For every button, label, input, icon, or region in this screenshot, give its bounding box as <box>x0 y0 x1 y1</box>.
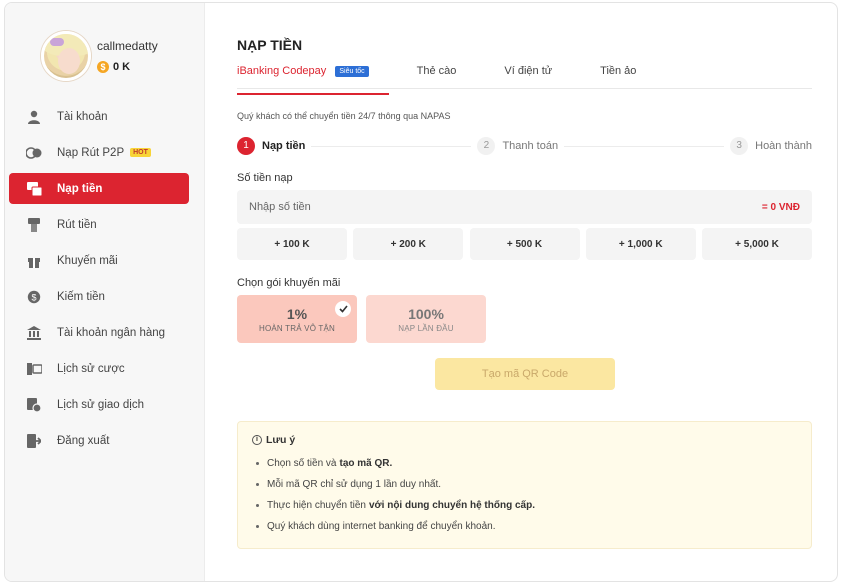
sidebar-item-bet-history[interactable]: Lịch sử cược <box>9 353 189 384</box>
note-text: Chọn số tiền và <box>267 458 337 469</box>
fast-badge: Siêu tốc <box>335 66 369 77</box>
avatar[interactable] <box>41 31 91 81</box>
note-list: Chọn số tiền và tạo mã QR. Mỗi mã QR chỉ … <box>252 458 797 532</box>
note-text: Thực hiện chuyển tiền <box>267 500 366 511</box>
note-text: Quý khách dùng internet banking để chuyể… <box>267 521 496 532</box>
step-3-label: Hoàn thành <box>755 140 813 152</box>
note-title-text: Lưu ý <box>266 434 296 446</box>
sidebar-item-promotion[interactable]: Khuyến mãi <box>9 245 189 276</box>
balance: $ 0 K <box>97 61 158 73</box>
step-3-number: 3 <box>730 137 749 155</box>
sidebar-item-label: Lịch sử cược <box>57 362 125 375</box>
note-bold-text: với nội dung chuyển hệ thống cấp. <box>368 500 535 511</box>
sidebar: callmedatty $ 0 K Tài khoản Nạp Rút P2P … <box>5 3 205 581</box>
promo-value: 100% <box>408 305 444 322</box>
sidebar-item-logout[interactable]: Đăng xuất <box>9 425 189 456</box>
user-profile: callmedatty $ 0 K <box>41 31 158 81</box>
sidebar-item-earn[interactable]: $ Kiếm tiền <box>9 281 189 312</box>
sidebar-item-account[interactable]: Tài khoản <box>9 101 189 132</box>
step-2-number: 2 <box>477 137 496 155</box>
note-text: Mỗi mã QR chỉ sử dụng 1 lần duy nhất. <box>267 479 442 490</box>
coin-icon: $ <box>97 61 109 73</box>
tab-label: Tiền ảo <box>600 65 637 77</box>
promo-title: NẠP LẦN ĐẦU <box>398 323 454 333</box>
sidebar-item-label: Rút tiền <box>57 218 97 231</box>
username: callmedatty <box>97 39 158 53</box>
promo-options: 1% HOÀN TRẢ VÔ TẬN 100% NẠP LẦN ĐẦU <box>237 295 495 343</box>
p2p-icon <box>25 145 43 161</box>
tab-scratch-card[interactable]: Thẻ cào <box>417 65 457 88</box>
sidebar-menu: Tài khoản Nạp Rút P2P HOT Nạp tiền Rút t… <box>9 101 189 461</box>
balance-value: 0 K <box>113 61 131 73</box>
sidebar-item-label: Tài khoản <box>57 110 108 123</box>
step-1-label: Nạp tiền <box>262 140 306 152</box>
tab-label: Thẻ cào <box>416 65 457 77</box>
deposit-method-tabs: iBanking Codepay Siêu tốc Thẻ cào Ví điệ… <box>237 65 812 95</box>
step-1-number: 1 <box>237 137 255 155</box>
transaction-history-icon <box>25 397 43 413</box>
bet-history-icon <box>25 361 43 377</box>
step-connector <box>311 145 472 147</box>
earn-icon: $ <box>25 289 43 305</box>
list-item: Thực hiện chuyển tiền với nội dung chuyển… <box>252 500 797 511</box>
amount-field: = 0 VNĐ <box>237 190 812 224</box>
sidebar-item-label: Lịch sử giao dịch <box>57 398 144 411</box>
hot-badge: HOT <box>130 148 151 157</box>
tab-label: Ví điện tử <box>504 65 553 77</box>
sidebar-item-label: Đăng xuất <box>57 434 110 447</box>
tab-crypto[interactable]: Tiền ảo <box>600 65 636 88</box>
create-qr-code-button[interactable]: Tạo mã QR Code <box>435 358 615 390</box>
note-title: i Lưu ý <box>252 434 797 446</box>
sidebar-item-p2p[interactable]: Nạp Rút P2P HOT <box>9 137 189 168</box>
amount-label: Số tiền nạp <box>237 172 293 184</box>
info-icon: i <box>252 435 262 445</box>
tab-label: iBanking Codepay <box>237 65 327 77</box>
check-icon <box>335 301 351 317</box>
gift-icon <box>25 253 43 269</box>
list-item: Chọn số tiền và tạo mã QR. <box>252 458 797 469</box>
sidebar-item-label: Khuyến mãi <box>57 254 118 267</box>
promo-option-cashback[interactable]: 1% HOÀN TRẢ VÔ TẬN <box>237 295 357 343</box>
note-box: i Lưu ý Chọn số tiền và tạo mã QR. Mỗi mã… <box>237 421 812 549</box>
progress-steps: 1 Nạp tiền 2 Thanh toán 3 Hoàn thành <box>237 136 812 156</box>
napas-notice: Quý khách có thể chuyển tiền 24/7 thông … <box>237 111 451 121</box>
deposit-icon <box>25 181 43 197</box>
sidebar-item-label: Nạp Rút P2P <box>57 146 125 159</box>
note-bold-text: tạo mã QR. <box>339 458 393 469</box>
tab-ibanking-codepay[interactable]: iBanking Codepay Siêu tốc <box>237 65 389 95</box>
sidebar-item-label: Kiếm tiền <box>57 290 105 303</box>
step-2-label: Thanh toán <box>502 140 559 152</box>
quick-amount-100k-button[interactable]: + 100 K <box>237 228 347 260</box>
tab-e-wallet[interactable]: Ví điện tử <box>504 65 552 88</box>
quick-amount-5000k-button[interactable]: + 5,000 K <box>702 228 812 260</box>
app-frame: callmedatty $ 0 K Tài khoản Nạp Rút P2P … <box>4 2 838 582</box>
quick-amount-1000k-button[interactable]: + 1,000 K <box>585 228 696 260</box>
list-item: Mỗi mã QR chỉ sử dụng 1 lần duy nhất. <box>252 479 797 490</box>
amount-input[interactable] <box>249 201 549 213</box>
sidebar-item-label: Tài khoản ngân hàng <box>57 326 166 339</box>
promo-option-first-deposit[interactable]: 100% NẠP LẦN ĐẦU <box>366 295 486 343</box>
sidebar-item-deposit[interactable]: Nạp tiền <box>9 173 189 204</box>
quick-amount-500k-button[interactable]: + 500 K <box>469 228 580 260</box>
withdraw-icon <box>25 217 43 233</box>
page-title: NẠP TIỀN <box>237 37 303 53</box>
quick-amount-buttons: + 100 K + 200 K + 500 K + 1,000 K + 5,00… <box>237 228 812 260</box>
sidebar-item-label: Nạp tiền <box>57 182 103 195</box>
logout-icon <box>25 433 43 449</box>
quick-amount-200k-button[interactable]: + 200 K <box>353 228 464 260</box>
svg-text:$: $ <box>31 292 36 302</box>
promo-title: HOÀN TRẢ VÔ TẬN <box>258 323 336 333</box>
sidebar-item-transaction-history[interactable]: Lịch sử giao dịch <box>9 389 189 420</box>
amount-total: = 0 VNĐ <box>761 201 800 213</box>
user-icon <box>25 109 43 125</box>
sidebar-item-bank-account[interactable]: Tài khoản ngân hàng <box>9 317 189 348</box>
promo-value: 1% <box>286 305 308 322</box>
step-connector <box>564 145 725 147</box>
sidebar-item-withdraw[interactable]: Rút tiền <box>9 209 189 240</box>
promo-label: Chọn gói khuyến mãi <box>237 277 341 289</box>
list-item: Quý khách dùng internet banking để chuyể… <box>252 521 797 532</box>
bank-icon <box>25 325 43 341</box>
